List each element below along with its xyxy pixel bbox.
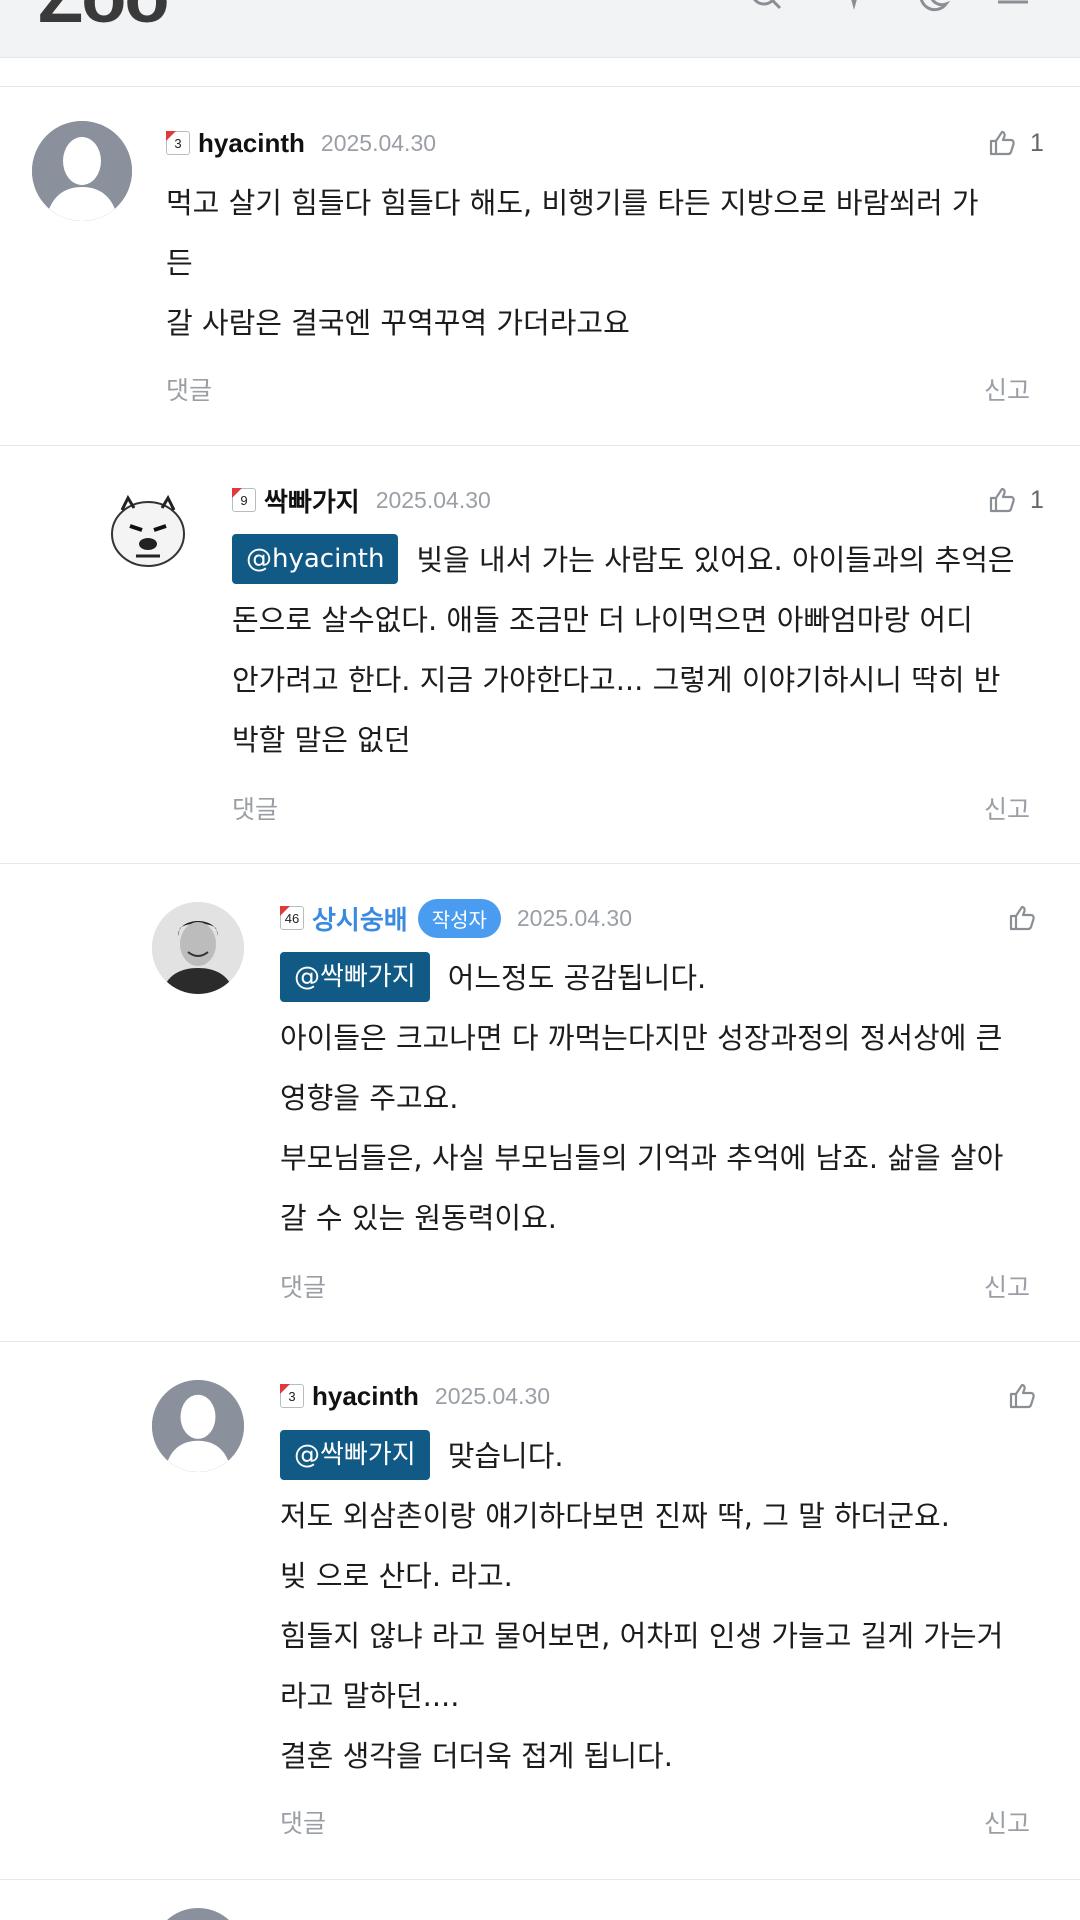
comment-line: 빚 으로 산다. 라고. — [280, 1559, 513, 1593]
comment-line: 먹고 살기 힘들다 힘들다 해도, 비행기를 타든 지방으로 바람쐬러 가 — [166, 186, 979, 220]
comment-line: 힘들지 않냐 라고 물어보면, 어차피 인생 가늘고 길게 가는거 — [280, 1619, 1004, 1653]
comment: 3 hyacinth 2025.04.30 1 먹고 살기 힘들다 힘들다 해도… — [0, 87, 1080, 446]
comment-date: 2025.04.30 — [320, 129, 437, 156]
site-logo[interactable]: Zoo — [38, 0, 170, 34]
comment: 3 hyacinth 2025.04.30 @싹빠가지 맞습니다. 저도 외삼촌이… — [0, 1342, 1080, 1880]
comment-line: 박할 말은 없던 — [232, 723, 411, 757]
comment-line: @싹빠가지 맞습니다. — [280, 1426, 1003, 1486]
level-badge: 3 — [280, 1384, 304, 1408]
moon-icon[interactable] — [912, 0, 952, 18]
sparkle-icon[interactable] — [834, 0, 874, 18]
comment-line: 저도 외삼촌이랑 얘기하다보면 진짜 딱, 그 말 하더군요. — [280, 1499, 950, 1533]
comment-date: 2025.04.30 — [516, 904, 633, 931]
default-avatar-icon — [152, 1380, 244, 1472]
mention-tag[interactable]: @hyacinth — [232, 534, 399, 584]
thumbs-up-icon — [989, 487, 1015, 513]
comment-meta: 3 hyacinth 2025.04.30 — [166, 125, 436, 161]
like-button[interactable] — [1008, 900, 1036, 936]
comment: 46 상시숭배 작성자 2025.04.30 @싹빠가지 어느정도 공감됩니다. … — [0, 864, 1080, 1342]
comment-meta: 46 상시숭배 작성자 2025.04.30 — [280, 898, 633, 938]
like-count: 1 — [1030, 485, 1044, 514]
reply-button[interactable]: 댓글 — [280, 1804, 326, 1840]
avatar[interactable] — [102, 482, 194, 574]
comment-line: 영향을 주고요. — [280, 1081, 459, 1115]
reply-button[interactable]: 댓글 — [166, 371, 212, 407]
like-button[interactable] — [1008, 1378, 1036, 1414]
mention-tag[interactable]: @싹빠가지 — [280, 952, 430, 1002]
username[interactable]: hyacinth — [312, 1381, 419, 1412]
thumbs-up-icon — [989, 130, 1015, 156]
comment-line: 결혼 생각을 더더욱 접게 됩니다. — [280, 1739, 673, 1773]
avatar[interactable] — [152, 1380, 244, 1472]
comment: 9 싹빠가지 2025.04.30 1 @hyacinth 빚을 내서 가는 사람… — [0, 446, 1080, 864]
thumbs-up-icon — [1009, 1383, 1035, 1409]
author-badge: 작성자 — [417, 898, 501, 938]
avatar[interactable] — [32, 121, 132, 221]
profile-photo-icon — [152, 902, 244, 994]
comment-line: 든 — [166, 246, 193, 280]
report-button[interactable]: 신고 — [984, 790, 1030, 826]
comment-meta: 9 싹빠가지 2025.04.30 — [232, 482, 491, 518]
menu-icon[interactable] — [994, 0, 1034, 18]
comment-body: 먹고 살기 힘들다 힘들다 해도, 비행기를 타든 지방으로 바람쐬러 가 든 … — [166, 173, 979, 353]
comment-body: @hyacinth 빚을 내서 가는 사람도 있어요. 아이들과의 추억은 돈으로… — [232, 530, 1015, 770]
search-icon[interactable] — [746, 0, 786, 18]
comment-body: @싹빠가지 맞습니다. 저도 외삼촌이랑 얘기하다보면 진짜 딱, 그 말 하더군… — [280, 1426, 1003, 1786]
thumbs-up-icon — [1009, 905, 1035, 931]
like-count: 1 — [1030, 128, 1044, 157]
like-button[interactable]: 1 — [988, 482, 1044, 518]
username[interactable]: 싹빠가지 — [264, 482, 360, 519]
comment-line: @싹빠가지 어느정도 공감됩니다. — [280, 948, 1003, 1008]
reply-button[interactable]: 댓글 — [280, 1268, 326, 1304]
reply-button[interactable]: 댓글 — [232, 790, 278, 826]
comment-date: 2025.04.30 — [375, 486, 491, 513]
mention-tag[interactable]: @싹빠가지 — [280, 1430, 430, 1480]
like-button[interactable]: 1 — [988, 125, 1044, 161]
comment-text: 빚을 내서 가는 사람도 있어요. 아이들과의 추억은 — [416, 543, 1015, 577]
comment-line: 부모님들은, 사실 부모님들의 기억과 추억에 남죠. 삶을 살아 — [280, 1141, 1004, 1175]
report-button[interactable]: 신고 — [984, 1268, 1030, 1304]
default-avatar-icon — [32, 121, 132, 221]
comment-line: 라고 말하던.... — [280, 1679, 460, 1713]
comment-meta: 3 hyacinth 2025.04.30 — [280, 1378, 550, 1414]
username[interactable]: 상시숭배 — [312, 900, 408, 937]
comment-line: 안가려고 한다. 지금 가야한다고... 그렇게 이야기하시니 딱히 반 — [232, 663, 1001, 697]
level-badge: 9 — [232, 488, 256, 512]
comment-line: 돈으로 살수없다. 애들 조금만 더 나이먹으면 아빠엄마랑 어디 — [232, 603, 973, 637]
comment-text: 어느정도 공감됩니다. — [447, 961, 707, 995]
comment-line: 아이들은 크고나면 다 까먹는다지만 성장과정의 정서상에 큰 — [280, 1021, 1003, 1055]
username[interactable]: hyacinth — [198, 128, 305, 159]
comment-line: 갈 사람은 결국엔 꾸역꾸역 가더라고요 — [166, 306, 630, 340]
comment-date: 2025.04.30 — [434, 1382, 551, 1409]
avatar[interactable] — [152, 1908, 244, 1920]
bear-avatar-icon — [102, 482, 194, 574]
comment-line: 갈 수 있는 원동력이요. — [280, 1201, 557, 1235]
report-button[interactable]: 신고 — [984, 371, 1030, 407]
avatar[interactable] — [152, 902, 244, 994]
app-header: Zoo — [0, 0, 1080, 58]
report-button[interactable]: 신고 — [984, 1804, 1030, 1840]
comment-body: @싹빠가지 어느정도 공감됩니다. 아이들은 크고나면 다 까먹는다지만 성장과정… — [280, 948, 1003, 1248]
comment-line: @hyacinth 빚을 내서 가는 사람도 있어요. 아이들과의 추억은 — [232, 530, 1015, 590]
level-badge: 46 — [280, 906, 304, 930]
level-badge: 3 — [166, 131, 190, 155]
comment-text: 맞습니다. — [447, 1439, 564, 1473]
